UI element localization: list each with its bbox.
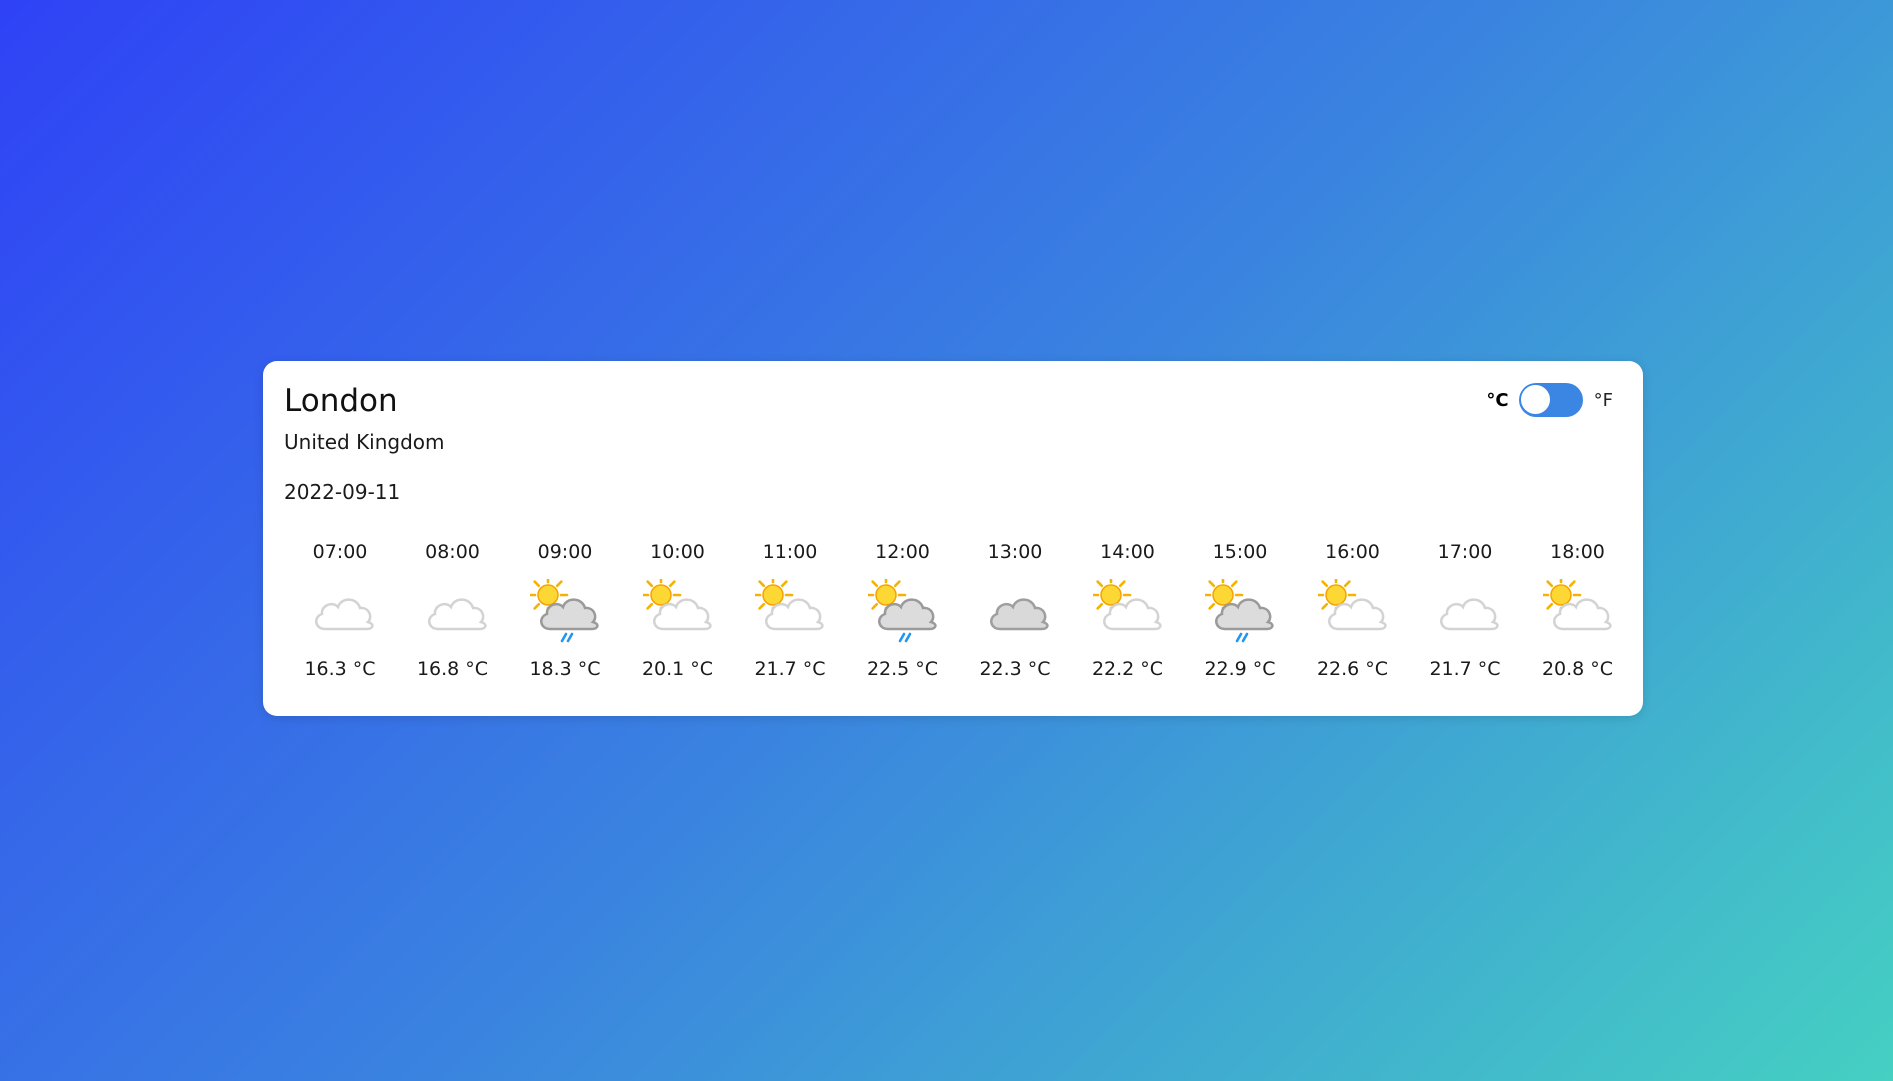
hour-temperature: 22.9 °C [1204,658,1276,680]
hour-item: 10:00 20.1 °C [622,541,734,691]
hour-time: 18:00 [1550,541,1605,563]
hour-temperature: 21.7 °C [754,658,826,680]
hour-time: 14:00 [1100,541,1155,563]
unit-switch[interactable] [1518,383,1583,417]
hour-time: 10:00 [650,541,705,563]
hour-item: 14:00 22.2 °C [1072,541,1184,691]
hour-temperature: 22.2 °C [1091,658,1164,680]
hour-temperature: 16.3 °C [304,658,376,680]
city-name: London [284,383,398,419]
hour-temperature: 18.3 °C [529,658,601,680]
partly-cloudy-icon [752,574,827,639]
hour-temperature: 22.3 °C [979,658,1051,680]
cloud-icon [1430,579,1502,639]
sun-cloud-rain-icon [865,574,940,643]
hour-item: 17:00 21.7 °C [1409,541,1521,691]
cloud-icon [418,579,490,639]
partly-cloudy-icon [640,574,715,639]
hour-item: 09:00 18.3 °C [509,541,621,691]
sun-cloud-rain-icon [1202,574,1277,643]
hour-time: 12:00 [875,541,930,563]
partly-cloudy-icon [1090,574,1165,639]
hour-item: 07:00 16.3 °C [284,541,396,691]
partly-cloudy-icon [1315,574,1390,639]
hour-time: 13:00 [987,541,1043,563]
hour-item: 18:00 20.8 °C [1522,541,1634,691]
celsius-label: °C [1486,389,1509,411]
hour-item: 15:00 22.9 °C [1184,541,1296,691]
hour-temperature: 20.1 °C [641,658,714,680]
hour-time: 17:00 [1437,541,1493,563]
cloud-icon [305,579,377,639]
hour-temperature: 16.8 °C [416,658,489,680]
hour-item: 12:00 22.5 °C [847,541,959,691]
hour-time: 11:00 [762,541,818,563]
hour-item: 13:00 22.3 °C [959,541,1071,691]
hour-temperature: 21.7 °C [1429,658,1501,680]
hour-temperature: 22.5 °C [866,658,939,680]
hour-item: 11:00 21.7 °C [734,541,846,691]
hourly-forecast: 07:00 16.3 °C 08:00 16.8 °C 09:00 18.3 °… [284,541,1634,691]
hour-time: 16:00 [1325,541,1380,563]
hour-time: 07:00 [312,541,368,563]
hour-time: 09:00 [537,541,593,563]
unit-switch-knob [1519,384,1551,415]
hour-item: 16:00 22.6 °C [1297,541,1409,691]
forecast-date: 2022-09-11 [284,480,401,504]
unit-toggle: °C °F [1486,382,1613,418]
hour-temperature: 22.6 °C [1316,658,1389,680]
overcast-cloud-icon [980,579,1052,639]
sun-cloud-rain-icon [527,574,602,643]
country-name: United Kingdom [284,430,445,454]
hour-time: 08:00 [425,541,480,563]
weather-card: London United Kingdom 2022-09-11 °C °F 0… [263,361,1643,716]
hour-temperature: 20.8 °C [1541,658,1614,680]
hour-time: 15:00 [1212,541,1268,563]
hour-item: 08:00 16.8 °C [397,541,509,691]
fahrenheit-label: °F [1593,389,1613,411]
partly-cloudy-icon [1540,574,1615,639]
